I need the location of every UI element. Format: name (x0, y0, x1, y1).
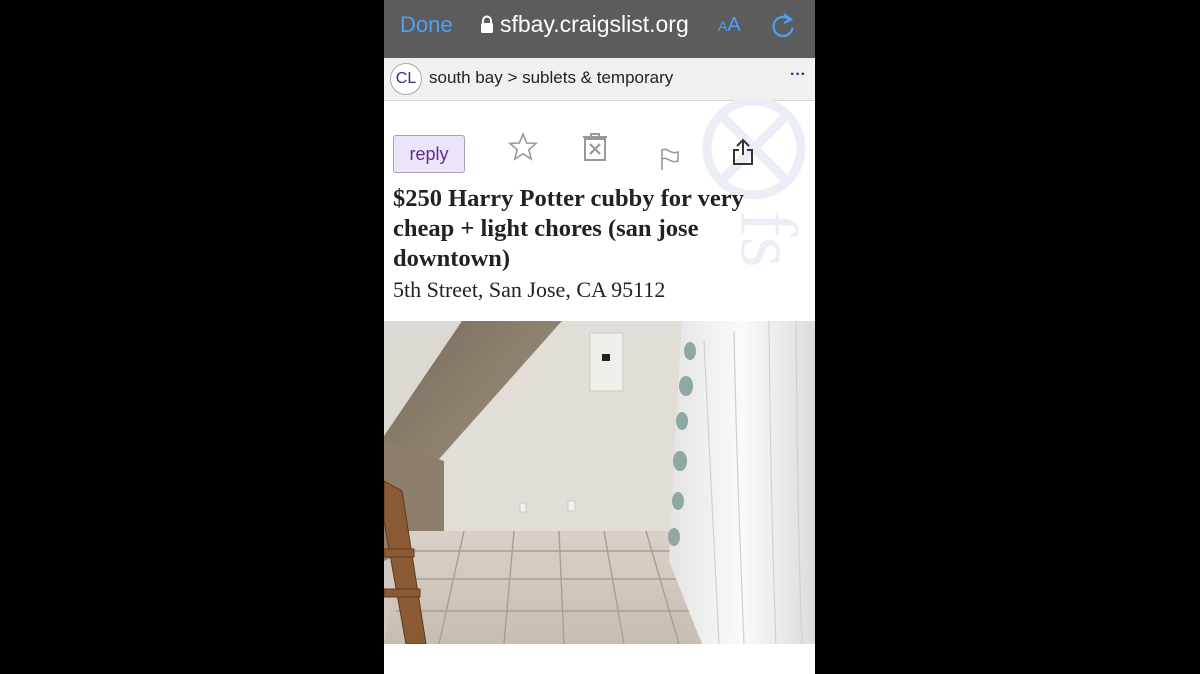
phone-screen: Done sfbay.craigslist.org AA CL south ba… (384, 0, 815, 674)
done-button[interactable]: Done (400, 12, 453, 38)
site-nav-bar: CL south bay > sublets & temporary ··· (384, 58, 815, 101)
reload-icon[interactable] (770, 12, 796, 40)
posting-address[interactable]: 5th Street, San Jose, CA 95112 (393, 277, 665, 303)
more-menu-button[interactable]: ··· (790, 66, 806, 84)
flag-icon[interactable] (659, 147, 681, 171)
url-text: sfbay.craigslist.org (500, 11, 689, 37)
lock-icon (481, 15, 493, 33)
reply-button[interactable]: reply (393, 135, 465, 173)
breadcrumb[interactable]: south bay > sublets & temporary (429, 68, 673, 88)
posting-title: $250 Harry Potter cubby for very cheap +… (393, 185, 744, 272)
text-size-button[interactable]: AA (718, 14, 741, 37)
star-icon[interactable] (508, 132, 538, 162)
browser-toolbar: Done sfbay.craigslist.org AA (384, 0, 815, 58)
hide-icon[interactable] (582, 133, 608, 163)
listing-photo[interactable] (384, 321, 815, 644)
address-bar[interactable]: sfbay.craigslist.org (480, 11, 689, 38)
posting-actions: reply (384, 132, 815, 176)
share-icon[interactable] (731, 138, 755, 166)
craigslist-logo[interactable]: CL (390, 63, 422, 95)
